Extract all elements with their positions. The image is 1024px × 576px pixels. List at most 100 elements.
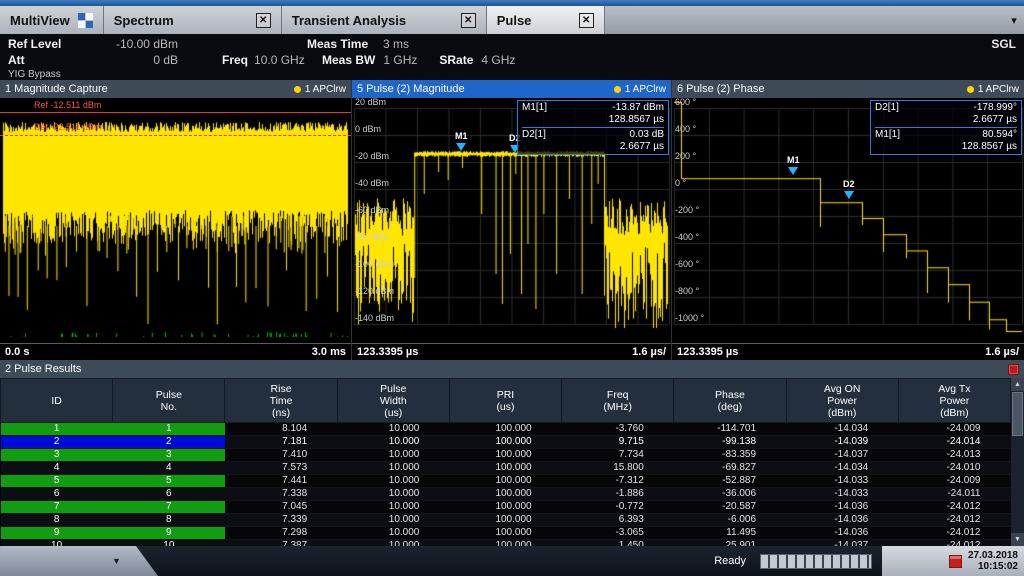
table-cell: -69.827 [674, 462, 786, 475]
table-row[interactable]: 557.44110.000100.000-7.312-52.887-14.033… [1, 475, 1011, 488]
marker-name: M1[1] [522, 102, 547, 114]
marker-m1-icon[interactable] [456, 143, 466, 151]
table-cell: 10.000 [337, 436, 449, 449]
status-time: 10:15:02 [978, 561, 1018, 572]
x-axis-pulse-phase: 123.3395 µs 1.6 µs/ [672, 343, 1024, 360]
table-cell: 7.573 [225, 462, 337, 475]
srate-label[interactable]: SRate [439, 53, 473, 67]
tab-spectrum-label: Spectrum [114, 13, 174, 28]
table-row[interactable]: 887.33910.000100.0006.393-6.006-14.036-2… [1, 514, 1011, 527]
scroll-up-icon[interactable]: ▲ [1011, 378, 1024, 391]
meas-time-label[interactable]: Meas Time [307, 37, 383, 51]
scrollbar-thumb[interactable] [1012, 392, 1023, 436]
y-axis-label: 400 ° [675, 124, 696, 134]
panel-pulse-magnitude-header[interactable]: 5 Pulse (2) Magnitude 1 APClrw [352, 80, 671, 98]
pulse-phase-plot[interactable]: M1 D2 D2[1]-178.999°2.6677 µsM1[1]80.594… [672, 98, 1024, 343]
table-cell: -36.006 [674, 488, 786, 501]
table-cell: -0.772 [562, 501, 674, 514]
x-axis-start: 0.0 s [5, 346, 29, 358]
table-cell: 5 [113, 475, 225, 488]
table-row[interactable]: 337.41010.000100.0007.734-83.359-14.037-… [1, 449, 1011, 462]
table-cell: 7.338 [225, 488, 337, 501]
channel-tab-bar: MultiView Spectrum ✕ Transient Analysis … [0, 6, 1024, 34]
table-row[interactable]: 777.04510.000100.000-0.772-20.587-14.036… [1, 501, 1011, 514]
table-cell: 7 [113, 501, 225, 514]
marker-m1-icon[interactable] [788, 167, 798, 175]
close-icon[interactable]: ✕ [461, 13, 476, 28]
close-icon[interactable]: ✕ [579, 13, 594, 28]
panel-magnitude-capture-header[interactable]: 1 Magnitude Capture 1 APClrw [0, 80, 351, 98]
tab-multiview[interactable]: MultiView [0, 6, 104, 34]
detection-threshold-line[interactable] [0, 135, 351, 136]
pulse-magnitude-plot[interactable]: M1 D2 M1[1]-13.87 dBm128.8567 µsD2[1]0.0… [352, 98, 671, 343]
table-cell: 1 [113, 423, 225, 436]
meas-bw-value[interactable]: 1 GHz [383, 53, 429, 67]
table-cell: -24.009 [898, 475, 1010, 488]
ref-level-value[interactable]: -10.00 dBm [78, 37, 178, 51]
pulse-results-title-bar[interactable]: 2 Pulse Results [0, 360, 1024, 378]
table-scrollbar[interactable]: ▲ ▼ [1011, 378, 1024, 546]
column-header: Freq (MHz) [562, 379, 674, 423]
ref-level-label[interactable]: Ref Level [8, 37, 78, 51]
panel-title: 5 Pulse (2) Magnitude [357, 83, 465, 95]
freq-label[interactable]: Freq [222, 53, 248, 67]
table-row[interactable]: 227.18110.000100.0009.715-99.138-14.039-… [1, 436, 1011, 449]
table-row[interactable]: 997.29810.000100.000-3.06511.495-14.036-… [1, 527, 1011, 540]
x-axis-scale: 1.6 µs/ [985, 346, 1019, 358]
column-header: Avg Tx Power (dBm) [898, 379, 1010, 423]
table-cell: 6.393 [562, 514, 674, 527]
marker-readout: D2[1]-178.999°2.6677 µs [875, 102, 1017, 126]
scrollbar-track[interactable] [1011, 437, 1024, 533]
panel-pulse-phase-header[interactable]: 6 Pulse (2) Phase 1 APClrw [672, 80, 1024, 98]
table-cell: 5 [1, 475, 113, 488]
tab-spectrum[interactable]: Spectrum ✕ [104, 6, 282, 34]
table-row[interactable]: 667.33810.000100.000-1.886-36.006-14.033… [1, 488, 1011, 501]
att-label[interactable]: Att [8, 53, 78, 67]
status-menu-arrow-icon: ▼ [112, 556, 121, 566]
marker-value: 80.594° [982, 129, 1017, 141]
magnitude-capture-plot[interactable]: Ref -12.511 dBm Det -22.511 dBm [0, 98, 351, 343]
att-value[interactable]: 0 dB [78, 53, 178, 67]
tab-pulse[interactable]: Pulse ✕ [487, 6, 605, 34]
trace-color-dot-icon [967, 86, 974, 93]
table-cell: -14.033 [786, 475, 898, 488]
table-cell: -14.039 [786, 436, 898, 449]
ref-level-line[interactable] [0, 112, 351, 113]
table-row[interactable]: 118.10410.000100.000-3.760-114.701-14.03… [1, 423, 1011, 436]
y-axis-label: -60 dBm [355, 205, 389, 215]
table-cell: 10.000 [337, 475, 449, 488]
column-header: Pulse Width (us) [337, 379, 449, 423]
meas-time-value[interactable]: 3 ms [383, 37, 409, 51]
multiview-grid-icon [78, 13, 93, 28]
table-cell: 2 [1, 436, 113, 449]
marker-name: M1[1] [875, 129, 900, 141]
panel-magnitude-capture: 1 Magnitude Capture 1 APClrw Ref -12.511… [0, 80, 352, 360]
marker-d2-icon[interactable] [844, 191, 854, 199]
table-row[interactable]: 447.57310.000100.00015.800-69.827-14.034… [1, 462, 1011, 475]
srate-value[interactable]: 4 GHz [481, 53, 515, 67]
table-cell: -14.036 [786, 501, 898, 514]
freq-value[interactable]: 10.0 GHz [254, 53, 310, 67]
table-cell: 3 [113, 449, 225, 462]
column-header: ID [1, 379, 113, 423]
datetime-display: 27.03.2018 10:15:02 [882, 546, 1024, 576]
y-axis-label: -20 dBm [355, 151, 389, 161]
table-cell: -14.036 [786, 527, 898, 540]
detection-threshold-label: Det -22.511 dBm [34, 122, 101, 132]
column-header: Pulse No. [113, 379, 225, 423]
pulse-results-title: 2 Pulse Results [5, 363, 81, 375]
table-cell: 9 [1, 527, 113, 540]
table-cell: 7 [1, 501, 113, 514]
status-menu-tab[interactable]: ▼ [0, 546, 158, 576]
close-icon[interactable]: ✕ [256, 13, 271, 28]
table-header-row: IDPulse No.Rise Time (ns)Pulse Width (us… [1, 379, 1011, 423]
results-table-icon [1008, 364, 1019, 375]
table-cell: 10.000 [337, 501, 449, 514]
tab-transient-analysis[interactable]: Transient Analysis ✕ [282, 6, 487, 34]
scroll-down-icon[interactable]: ▼ [1011, 533, 1024, 546]
meas-bw-label[interactable]: Meas BW [322, 53, 375, 67]
marker-m1-label: M1 [455, 131, 468, 141]
tab-overflow-dropdown[interactable]: ▾ [1004, 6, 1024, 34]
table-cell: 9 [113, 527, 225, 540]
marker-value: 0.03 dB [630, 129, 664, 141]
